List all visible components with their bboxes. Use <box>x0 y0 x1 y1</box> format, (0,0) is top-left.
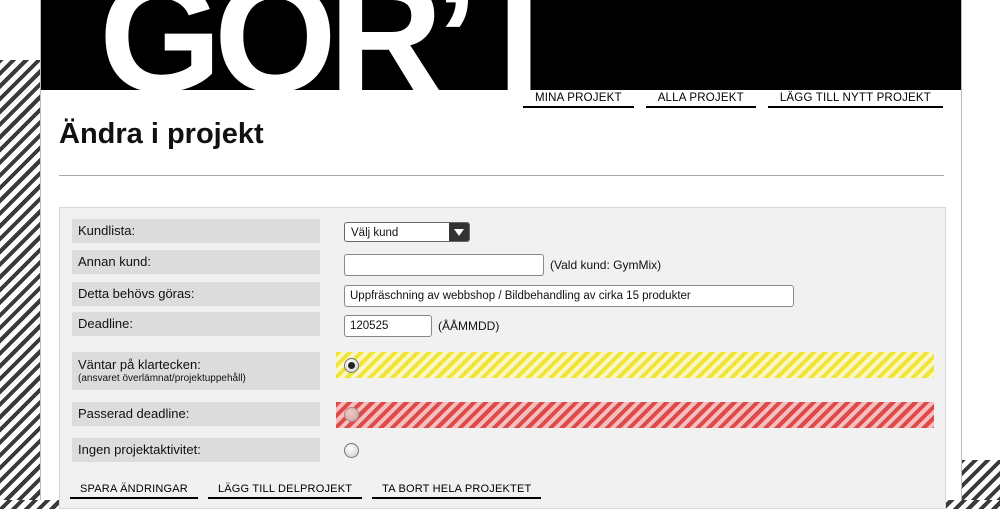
annan-kund-label: Annan kund: <box>72 250 320 274</box>
nav-mina-projekt[interactable]: MINA PROJEKT <box>522 92 634 108</box>
waiting-radio[interactable] <box>344 358 359 373</box>
form-actions: SPARA ÄNDRINGAR LÄGG TILL DELPROJEKT TA … <box>70 483 542 499</box>
other-customer-input[interactable] <box>344 254 544 276</box>
waiting-label: Väntar på klartecken: <box>78 357 201 372</box>
nav-lagg-till-nytt-projekt[interactable]: LÄGG TILL NYTT PROJEKT <box>767 92 943 108</box>
page-title: Ändra i projekt <box>59 118 264 150</box>
inactive-radio[interactable] <box>344 443 359 458</box>
deadline-input[interactable] <box>344 315 432 337</box>
deadline-format-note: (ÅÅMMDD) <box>438 319 500 333</box>
deadline-label: Deadline: <box>72 312 320 336</box>
top-navigation: MINA PROJEKT ALLA PROJEKT LÄGG TILL NYTT… <box>522 92 943 108</box>
task-input[interactable] <box>344 285 794 307</box>
chevron-down-icon <box>449 223 469 241</box>
task-label: Detta behövs göras: <box>72 282 320 306</box>
edit-project-form: Kundlista: Välj kund Annan kund: (Vald k… <box>59 207 946 509</box>
add-subproject-button[interactable]: LÄGG TILL DELPROJEKT <box>207 483 363 499</box>
inactive-label: Ingen projektaktivitet: <box>72 438 320 462</box>
waiting-label-box: Väntar på klartecken: (ansvaret överlämn… <box>72 352 320 390</box>
waiting-status-bar <box>336 352 934 378</box>
logo: GÖR’T <box>99 0 567 90</box>
delete-project-button[interactable]: TA BORT HELA PROJEKTET <box>372 483 542 499</box>
save-button[interactable]: SPARA ÄNDRINGAR <box>70 483 198 499</box>
passed-deadline-radio[interactable] <box>344 407 359 422</box>
passed-deadline-label: Passerad deadline: <box>72 402 320 426</box>
waiting-sublabel: (ansvaret överlämnat/projektuppehåll) <box>78 373 246 384</box>
passed-deadline-status-bar <box>336 402 934 428</box>
kundlista-label: Kundlista: <box>72 219 320 243</box>
selected-customer-note: (Vald kund: GymMix) <box>550 258 662 272</box>
customer-select-value: Välj kund <box>351 227 399 239</box>
customer-select[interactable]: Välj kund <box>344 222 470 242</box>
divider <box>59 175 944 176</box>
nav-alla-projekt[interactable]: ALLA PROJEKT <box>645 92 756 108</box>
header: GÖR’T <box>41 0 961 90</box>
page-container: GÖR’T MINA PROJEKT ALLA PROJEKT LÄGG TIL… <box>40 0 962 509</box>
background-right <box>960 60 1000 460</box>
